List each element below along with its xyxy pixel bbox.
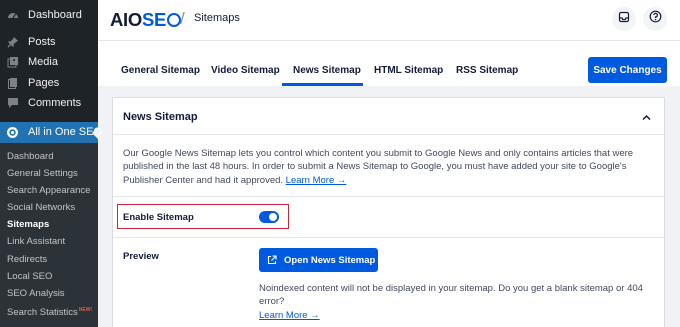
menu-label: Posts (28, 35, 56, 48)
noindex-text: Noindexed content will not be displayed … (259, 283, 643, 308)
inbox-button[interactable] (612, 7, 636, 31)
help-icon (649, 10, 662, 28)
sitemap-tabs: General Sitemap Video Sitemap News Sitem… (98, 40, 680, 86)
menu-item-dashboard[interactable]: Dashboard (0, 5, 98, 26)
submenu-item-general-settings[interactable]: General Settings (0, 165, 98, 182)
noindex-learn-more-link[interactable]: Learn More → (259, 310, 320, 321)
logo-gear-icon (167, 13, 182, 27)
logo-text-accent: SE (142, 9, 167, 30)
help-button[interactable] (643, 7, 667, 31)
external-link-icon (267, 255, 277, 265)
logo-text: AIO (110, 9, 142, 30)
open-button-label: Open News Sitemap (284, 254, 376, 266)
card-title: News Sitemap (123, 111, 198, 123)
preview-label: Preview (123, 251, 159, 262)
divider (113, 196, 664, 197)
submenu-item-search-appearance[interactable]: Search Appearance (0, 182, 98, 199)
menu-item-posts[interactable]: Posts (0, 32, 98, 53)
wp-admin-sidebar: Dashboard Posts Media Pages Comments All… (0, 0, 102, 327)
noindex-note: Noindexed content will not be displayed … (259, 282, 659, 322)
aioseo-header: AIOSE / Sitemaps (98, 0, 680, 40)
submenu-item-local-seo[interactable]: Local SEO (0, 268, 98, 285)
learn-more-link[interactable]: Learn More → (286, 175, 347, 186)
description-text: Our Google News Sitemap lets you control… (123, 148, 634, 186)
tab-news-sitemap[interactable]: News Sitemap (293, 65, 361, 76)
submenu-item-redirects[interactable]: Redirects (0, 251, 98, 268)
submenu-label: Search Statistics (7, 307, 78, 319)
tab-general-sitemap[interactable]: General Sitemap (121, 65, 200, 76)
menu-label: Media (28, 56, 58, 69)
aioseo-logo: AIOSE (110, 9, 182, 31)
comment-icon (6, 97, 19, 110)
submenu-item-search-statistics[interactable]: Search StatisticsNEW! (0, 302, 98, 319)
menu-label: Dashboard (28, 9, 82, 22)
tab-rss-sitemap[interactable]: RSS Sitemap (456, 65, 518, 76)
menu-item-comments[interactable]: Comments (0, 93, 98, 114)
divider (113, 237, 664, 238)
media-icon (6, 56, 19, 69)
pages-icon (6, 76, 19, 89)
card-description: Our Google News Sitemap lets you control… (123, 147, 658, 187)
card-header[interactable]: News Sitemap (113, 98, 664, 135)
enable-sitemap-toggle[interactable] (259, 211, 279, 223)
menu-item-all-in-one-seo[interactable]: All in One SEO (0, 121, 102, 143)
breadcrumb-separator: / (180, 9, 185, 28)
submenu-item-social-networks[interactable]: Social Networks (0, 199, 98, 216)
tab-html-sitemap[interactable]: HTML Sitemap (374, 65, 443, 76)
save-changes-button[interactable]: Save Changes (588, 57, 667, 83)
submenu-item-dashboard[interactable]: Dashboard (0, 148, 98, 165)
news-sitemap-card: News Sitemap Our Google News Sitemap let… (112, 97, 665, 327)
pin-icon (6, 35, 19, 48)
aioseo-gear-icon (6, 126, 19, 139)
tab-video-sitemap[interactable]: Video Sitemap (211, 65, 280, 76)
dashboard-icon (6, 9, 19, 22)
breadcrumb: Sitemaps (194, 12, 240, 24)
submenu-item-seo-analysis[interactable]: SEO Analysis (0, 285, 98, 302)
aioseo-submenu: Dashboard General Settings Search Appear… (0, 142, 98, 327)
enable-sitemap-label: Enable Sitemap (123, 212, 194, 223)
active-tab-indicator (282, 83, 363, 86)
open-news-sitemap-button[interactable]: Open News Sitemap (259, 248, 378, 272)
chevron-up-icon[interactable] (641, 110, 652, 121)
new-badge: NEW! (78, 307, 93, 314)
submenu-item-sitemaps[interactable]: Sitemaps (0, 216, 98, 233)
menu-label: Comments (28, 97, 82, 110)
menu-label: Pages (28, 76, 60, 89)
menu-item-media[interactable]: Media (0, 52, 98, 73)
menu-label: All in One SEO (28, 126, 102, 138)
submenu-item-link-assistant[interactable]: Link Assistant (0, 233, 98, 250)
menu-item-pages[interactable]: Pages (0, 73, 98, 94)
inbox-icon (618, 10, 630, 28)
